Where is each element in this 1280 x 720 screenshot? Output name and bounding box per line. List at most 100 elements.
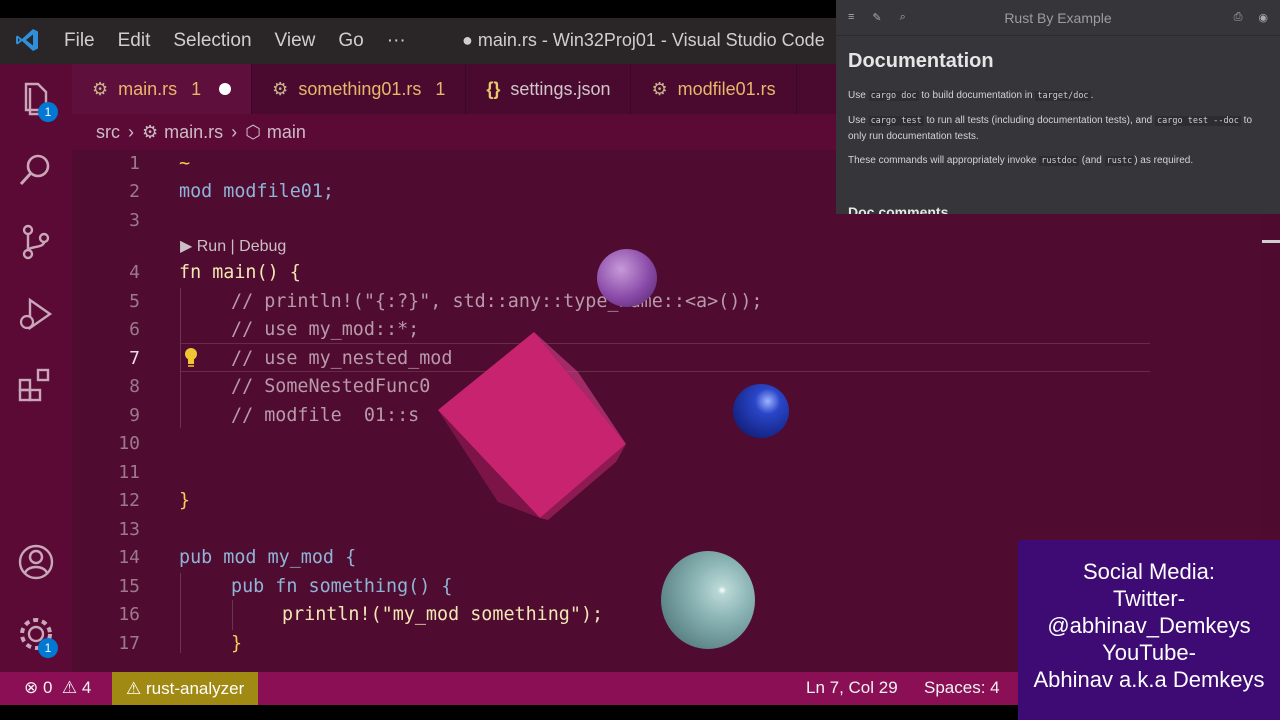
text: to build documentation in [918, 90, 1036, 101]
menu-selection[interactable]: Selection [173, 30, 251, 52]
line-number: 10 [118, 433, 140, 454]
chevron-right-icon: › [128, 121, 134, 142]
manage-gear-icon[interactable]: 1 [16, 614, 58, 658]
line-number: 5 [129, 291, 140, 312]
extensions-icon[interactable] [16, 366, 56, 406]
explorer-badge: 1 [38, 102, 58, 122]
code-line: // use my_mod::*; [231, 319, 420, 340]
code-line: } [231, 633, 243, 654]
settings-badge: 1 [38, 638, 58, 658]
code-line: // use my_nested_mod [231, 348, 453, 369]
social-media-overlay: Social Media: Twitter- @abhinav_Demkeys … [1018, 540, 1280, 720]
code-line: // SomeNestedFunc0 [231, 376, 431, 397]
line-number: 6 [129, 319, 140, 340]
inline-code: rustdoc [1039, 156, 1080, 166]
line-number: 4 [129, 262, 140, 283]
tab-problem-count: 1 [435, 78, 446, 99]
error-count: 0 [42, 678, 53, 697]
tab-something01-rs[interactable]: ⚙ something01.rs 1 [252, 64, 467, 114]
line-number: 1 [129, 153, 140, 174]
symbol-function-icon: ⬡ [245, 121, 261, 142]
chevron-right-icon: › [231, 121, 238, 142]
rbe-paragraph: Use cargo doc to build documentation in … [848, 88, 1272, 104]
scrollbar-thumb[interactable] [1262, 240, 1280, 243]
tab-label: modfile01.rs [677, 78, 776, 99]
lightbulb-icon[interactable] [182, 346, 200, 368]
social-line: Social Media: [1082, 559, 1216, 584]
tab-main-rs[interactable]: ⚙ main.rs 1 [72, 64, 253, 114]
indent-guide [232, 600, 233, 630]
tab-label: something01.rs [298, 78, 422, 99]
status-problems[interactable]: ⊗ 0 ⚠ 4 [24, 678, 91, 698]
rust-file-icon: ⚙ [92, 78, 109, 99]
line-number: 16 [118, 604, 140, 625]
text: to run all tests (including documentatio… [923, 115, 1155, 126]
tab-problem-count: 1 [191, 78, 202, 99]
menu-bar: File Edit Selection View Go ··· [64, 18, 429, 64]
breadcrumb-symbol[interactable]: main [267, 122, 306, 143]
unsaved-dot-icon[interactable] [219, 83, 232, 95]
status-cursor-position[interactable]: Ln 7, Col 29 [806, 678, 898, 698]
rbe-paragraph: These commands will appropriately invoke… [848, 153, 1272, 169]
vscode-logo-icon [16, 29, 38, 51]
tab-modfile01-rs[interactable]: ⚙ modfile01.rs [631, 64, 797, 114]
line-number: 17 [118, 633, 140, 654]
inline-code: cargo doc [868, 91, 919, 101]
warning-icon: ⚠ [126, 678, 142, 698]
inline-code: cargo test [868, 116, 924, 126]
rbe-title: Rust By Example [1004, 10, 1112, 26]
inline-code: rustc [1104, 156, 1135, 166]
menu-view[interactable]: View [275, 30, 316, 52]
code-lens-run-debug[interactable]: ▶ Run | Debug [180, 236, 286, 256]
json-file-icon: {} [486, 78, 501, 99]
line-number: 8 [129, 376, 140, 397]
line-number: 7 [129, 348, 140, 369]
run-debug-icon[interactable] [16, 294, 56, 334]
activity-bar: 1 1 [0, 64, 72, 672]
text: (and [1079, 155, 1105, 166]
social-line: YouTube- [1102, 640, 1196, 665]
rust-by-example-panel: ≡ ✎ ⌕ Rust By Example ⎙ ◉ Documentation … [836, 0, 1280, 214]
menu-more[interactable]: ··· [387, 30, 406, 52]
breadcrumb-folder[interactable]: src [96, 122, 120, 143]
status-indentation[interactable]: Spaces: 4 [924, 678, 1000, 698]
explorer-icon[interactable]: 1 [16, 78, 58, 122]
rbe-subheading: Doc comments [848, 204, 949, 214]
rust-file-icon: ⚙ [142, 121, 159, 142]
magenta-cube [438, 332, 626, 520]
line-number: 13 [118, 519, 140, 540]
menu-file[interactable]: File [64, 30, 95, 52]
social-line: @abhinav_Demkeys [1047, 613, 1251, 638]
breadcrumb-file[interactable]: main.rs [164, 122, 223, 143]
window-title: ● main.rs - Win32Proj01 - Visual Studio … [462, 30, 825, 50]
line-number: 3 [129, 210, 140, 231]
accounts-icon[interactable] [16, 542, 56, 582]
menu-go[interactable]: Go [338, 30, 363, 52]
menu-edit[interactable]: Edit [118, 30, 151, 52]
indent-guide [180, 288, 181, 428]
search-icon[interactable] [16, 150, 56, 190]
text: These commands will appropriately invoke [848, 155, 1040, 166]
tab-settings-json[interactable]: {} settings.json [466, 64, 632, 114]
social-line: Abhinav a.k.a Demkeys [1033, 667, 1265, 692]
blue-sphere [733, 384, 789, 438]
line-number: 11 [118, 462, 140, 483]
inline-code: cargo test --doc [1155, 116, 1241, 126]
status-rust-analyzer[interactable]: ⚠ rust-analyzer [112, 672, 259, 705]
print-icon[interactable]: ⎙ [1234, 11, 1243, 24]
source-control-icon[interactable] [16, 222, 56, 262]
rbe-toolbar: ≡ ✎ ⌕ Rust By Example ⎙ ◉ [836, 0, 1280, 36]
text: . [1090, 90, 1094, 101]
editor-tabs: ⚙ main.rs 1 ⚙ something01.rs 1 {} settin… [72, 64, 836, 114]
line-number: 15 [118, 576, 140, 597]
code-line: pub fn something() { [231, 576, 453, 597]
title-bar: File Edit Selection View Go ··· ● main.r… [0, 18, 836, 64]
code-line: pub mod my_mod { [179, 547, 357, 568]
text: ) as required. [1134, 155, 1194, 166]
text: Use [848, 115, 869, 126]
code-line: mod modfile01; [179, 181, 335, 202]
github-icon[interactable]: ◉ [1258, 11, 1268, 24]
status-bar: ⊗ 0 ⚠ 4 ⚠ rust-analyzer Ln 7, Col 29 Spa… [0, 672, 1018, 705]
indent-guide [180, 573, 181, 653]
rbe-heading: Documentation [848, 50, 994, 72]
